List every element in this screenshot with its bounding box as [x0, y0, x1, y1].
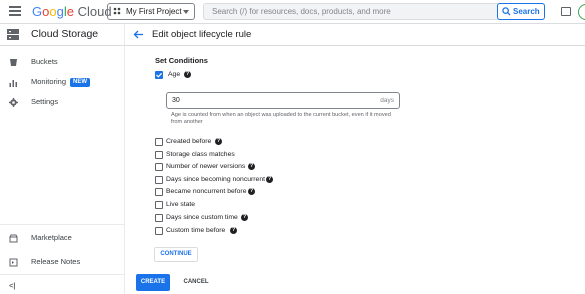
google-cloud-logo[interactable]: Google Cloud: [32, 4, 112, 19]
days-noncurrent-label: Days since becoming noncurrent: [166, 176, 265, 183]
noncurrent-before-label: Became noncurrent before: [166, 188, 247, 195]
help-icon[interactable]: ?: [215, 138, 222, 145]
age-input[interactable]: 30 days: [166, 92, 400, 109]
days-custom-time-checkbox[interactable]: [155, 214, 163, 222]
collapse-nav-button[interactable]: <|: [0, 278, 125, 294]
monitoring-icon: [9, 80, 17, 87]
collapse-icon: <|: [9, 281, 16, 290]
storage-class-checkbox[interactable]: [155, 151, 163, 159]
storage-class-label: Storage class matches: [166, 151, 235, 158]
project-name: My First Project: [126, 7, 182, 16]
gear-icon: [9, 98, 18, 107]
sidebar-item-buckets[interactable]: Buckets: [0, 54, 125, 70]
sidebar-item-settings[interactable]: Settings: [0, 94, 125, 110]
left-nav: Cloud Storage Buckets Monitoring NEW Sett…: [0, 24, 125, 294]
days-custom-time-label: Days since custom time: [166, 214, 238, 221]
search-button-label: Search: [513, 7, 540, 16]
newer-versions-checkbox[interactable]: [155, 163, 163, 171]
age-label: Age: [168, 71, 181, 78]
help-icon[interactable]: ?: [248, 188, 255, 195]
newer-versions-label: Number of newer versions: [166, 163, 246, 170]
noncurrent-before-checkbox[interactable]: [155, 188, 163, 196]
created-before-label: Created before: [166, 138, 212, 145]
bucket-icon: [10, 59, 17, 66]
chevron-down-icon: [183, 10, 189, 14]
sidebar-item-label: Settings: [31, 97, 59, 106]
help-icon[interactable]: ?: [184, 71, 191, 78]
nav-divider: [0, 224, 125, 225]
live-state-label: Live state: [166, 201, 196, 208]
sidebar-item-label: Buckets: [31, 57, 58, 66]
help-icon[interactable]: ?: [241, 214, 248, 221]
create-button[interactable]: CREATE: [136, 274, 170, 291]
back-arrow-icon[interactable]: [133, 29, 144, 40]
help-icon[interactable]: ?: [266, 176, 273, 183]
marketplace-icon: [9, 234, 18, 243]
release-notes-icon: [9, 258, 18, 267]
custom-time-before-checkbox[interactable]: [155, 227, 163, 235]
search-bar[interactable]: Search (/) for resources, docs, products…: [203, 3, 545, 20]
age-value: 30: [172, 97, 180, 104]
help-icon[interactable]: ?: [248, 163, 255, 170]
created-before-checkbox[interactable]: [155, 138, 163, 146]
product-title: Cloud Storage: [31, 28, 99, 40]
sidebar-item-monitoring[interactable]: Monitoring NEW: [0, 74, 125, 90]
cancel-button[interactable]: CANCEL: [178, 274, 214, 291]
search-icon: [502, 7, 511, 16]
section-title: Set Conditions: [155, 56, 208, 65]
help-icon[interactable]: ?: [230, 227, 237, 234]
page-header: Edit object lifecycle rule: [125, 24, 585, 46]
age-hint: Age is counted from when an object was u…: [171, 112, 391, 125]
project-picker[interactable]: My First Project: [107, 3, 195, 20]
sidebar-item-release-notes[interactable]: Release Notes: [0, 254, 125, 270]
live-state-checkbox[interactable]: [155, 201, 163, 209]
check-icon: [156, 72, 163, 78]
sidebar-item-label: Monitoring NEW: [31, 77, 91, 87]
top-bar: Google Cloud My First Project Search (/)…: [0, 0, 585, 24]
project-dots-icon: [113, 7, 121, 15]
sidebar-item-label: Marketplace: [31, 233, 72, 242]
menu-icon[interactable]: [9, 6, 21, 16]
sidebar-item-label: Release Notes: [31, 257, 81, 266]
age-suffix: days: [380, 97, 394, 104]
nav-divider: [0, 274, 125, 275]
storage-icon: [7, 29, 19, 40]
product-header: Cloud Storage: [0, 24, 125, 46]
new-badge: NEW: [70, 78, 91, 87]
continue-button[interactable]: CONTINUE: [154, 247, 198, 262]
search-input[interactable]: Search (/) for resources, docs, products…: [212, 7, 391, 16]
days-noncurrent-checkbox[interactable]: [155, 176, 163, 184]
avatar[interactable]: [578, 4, 585, 20]
cloud-shell-icon[interactable]: [561, 7, 571, 16]
search-button[interactable]: Search: [497, 3, 545, 20]
custom-time-before-label: Custom time before: [166, 227, 226, 234]
page-title: Edit object lifecycle rule: [152, 29, 252, 40]
age-checkbox[interactable]: [155, 71, 163, 79]
sidebar-item-marketplace[interactable]: Marketplace: [0, 230, 125, 246]
